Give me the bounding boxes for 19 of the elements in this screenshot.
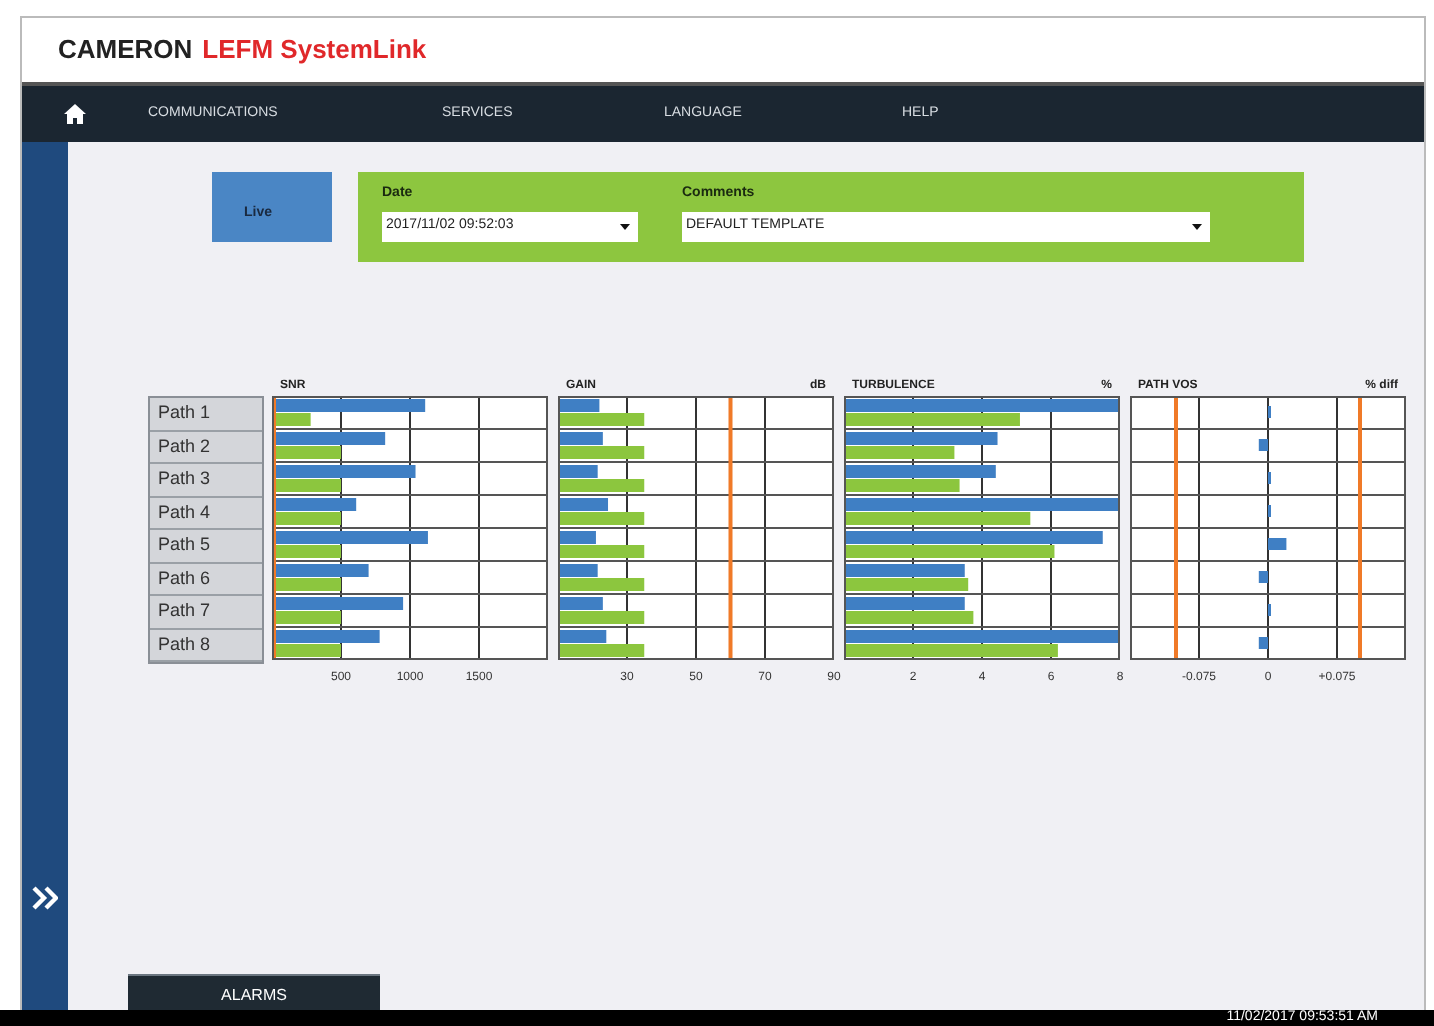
home-icon[interactable] — [64, 104, 86, 124]
bar — [1268, 538, 1287, 550]
path-label: Path 6 — [150, 563, 262, 596]
path-label: Path 3 — [150, 464, 262, 497]
dropdown-arrow-icon — [620, 223, 630, 229]
path-label: Path 2 — [150, 431, 262, 464]
double-chevron-icon[interactable] — [32, 886, 58, 910]
path-label: Path 8 — [150, 629, 262, 662]
brand-name: CAMERON — [58, 32, 193, 69]
path-label: Path 7 — [150, 596, 262, 629]
bar — [1258, 571, 1268, 583]
path-label: Path 1 — [150, 398, 262, 431]
bar — [1258, 637, 1268, 649]
product-name: LEFM SystemLink — [202, 32, 427, 69]
path-label: Path 4 — [150, 497, 262, 530]
bar — [1258, 439, 1268, 451]
alarms-button[interactable]: ALARMS — [128, 974, 380, 1014]
path-label: Path 5 — [150, 530, 262, 563]
dropdown-arrow-icon — [1192, 223, 1202, 229]
